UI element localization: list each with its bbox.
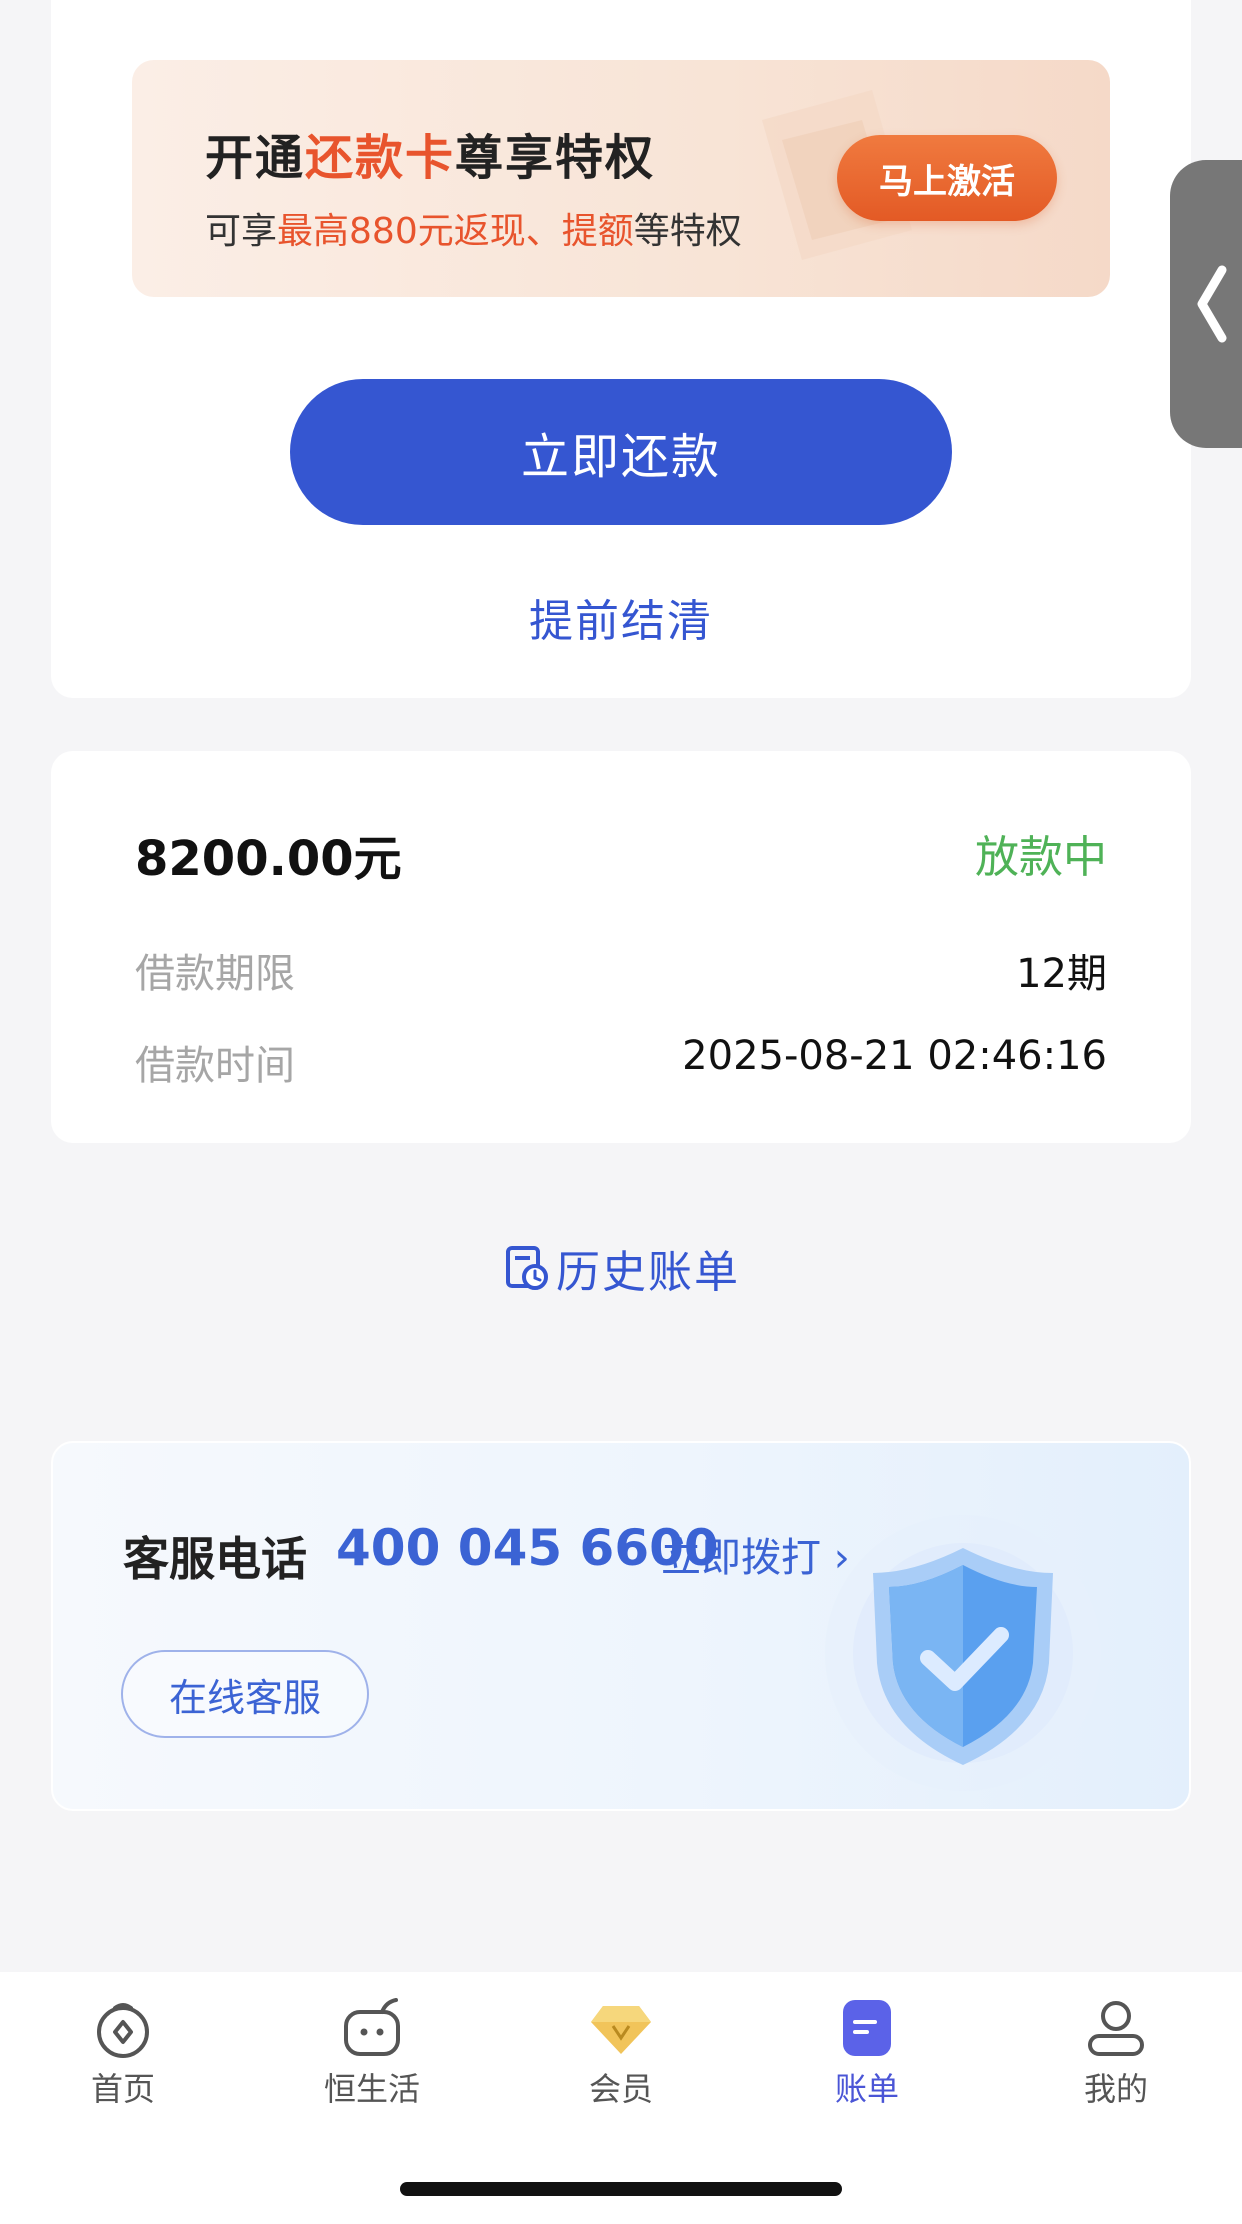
repay-card: 开通还款卡尊享特权 可享最高880元返现、提额等特权 马上激活 立即还款 提前结… [51,0,1191,698]
tab-life[interactable]: 恒生活 [272,1996,472,2136]
tab-bill-label: 账单 [834,2070,899,2108]
loan-info-card[interactable]: 8200.00元 放款中 借款期限 12期 借款时间 2025-08-21 02… [51,751,1191,1143]
user-icon [1088,2001,1144,2056]
loan-status: 放款中 [975,832,1107,883]
promo-banner[interactable]: 开通还款卡尊享特权 可享最高880元返现、提额等特权 马上激活 [132,60,1110,297]
tab-home[interactable]: 首页 [23,1996,223,2136]
loan-time-value: 2025-08-21 02:46:16 [682,1033,1107,1079]
promo-title: 开通还款卡尊享特权 [205,130,656,186]
history-bill-label: 历史账单 [556,1247,740,1298]
tab-mine-label: 我的 [1083,2070,1148,2108]
bill-icon [843,2000,891,2056]
promo-subtitle: 可享最高880元返现、提额等特权 [205,211,742,252]
early-settle-link[interactable]: 提前结清 [0,585,1242,649]
loan-term-label: 借款期限 [135,951,295,997]
activate-button[interactable]: 马上激活 [837,135,1057,221]
shield-check-icon [825,1515,1101,1791]
home-indicator [400,2182,842,2196]
online-service-button[interactable]: 在线客服 [121,1650,369,1738]
repay-now-button[interactable]: 立即还款 [290,379,952,525]
tab-home-label: 首页 [90,2070,155,2108]
tab-member[interactable]: 会员 [521,1996,721,2136]
loan-term-value: 12期 [1016,951,1107,997]
tab-mine[interactable]: 我的 [1016,1996,1216,2136]
service-phone-title: 客服电话 [123,1532,307,1586]
chevron-left-icon [1197,265,1227,343]
diamond-icon [591,2006,651,2054]
customer-service-card: 客服电话 400 045 6600 立即拨打 › 在线客服 [51,1441,1191,1811]
tab-member-label: 会员 [588,2070,653,2108]
history-bill-link[interactable]: 历史账单 [0,1236,1242,1300]
life-icon [344,1998,400,2056]
bill-history-icon [506,1246,548,1290]
tab-life-label: 恒生活 [323,2070,420,2108]
loan-amount: 8200.00元 [135,831,402,887]
tab-bill[interactable]: 账单 [767,1996,967,2136]
home-icon [97,2003,149,2058]
loan-time-label: 借款时间 [135,1043,295,1089]
side-drawer-tab[interactable] [1170,160,1242,448]
